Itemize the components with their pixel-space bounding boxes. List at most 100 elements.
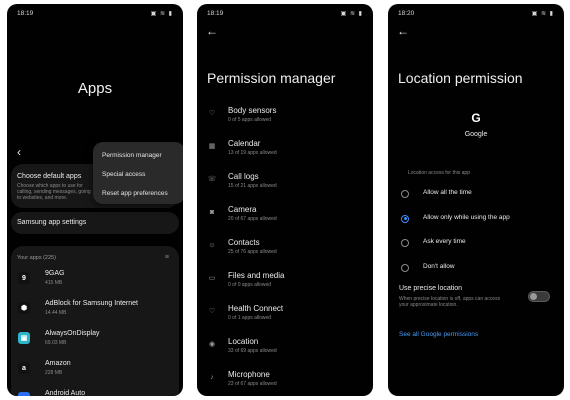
camera-icon: ◙ — [209, 209, 215, 216]
status-bar: 18:19 ▣ ≋ ▮ — [17, 10, 173, 20]
permission-item[interactable]: ▭ Files and media 0 of 0 apps allowed — [205, 271, 365, 301]
app-list-item[interactable]: ⬢ AdBlock for Samsung Internet 14.44 MB — [17, 298, 177, 326]
default-apps-desc: Choose which apps to use for calling, se… — [17, 183, 91, 201]
app-name: AlwaysOnDisplay — [45, 330, 100, 337]
radio-selected-icon[interactable] — [401, 214, 409, 223]
permission-item[interactable]: ☺ Contacts 25 of 76 apps allowed — [205, 238, 365, 268]
location-icon: ◉ — [208, 341, 216, 348]
app-size: 415 MB — [45, 280, 63, 286]
location-option[interactable]: Allow all the time — [400, 188, 560, 202]
status-time: 18:19 — [17, 10, 34, 17]
app-name: Amazon — [45, 360, 71, 367]
permission-count: 15 of 21 apps allowed — [228, 183, 277, 189]
status-time: 18:20 — [398, 10, 415, 17]
page-title: Permission manager — [207, 70, 336, 86]
contacts-icon: ☺ — [208, 242, 216, 249]
permission-count: 13 of 19 apps allowed — [228, 150, 277, 156]
permission-count: 0 of 5 apps allowed — [228, 117, 272, 123]
sort-icon[interactable]: ≡ — [165, 254, 169, 261]
app-name: AdBlock for Samsung Internet — [45, 300, 138, 307]
permission-count: 25 of 76 apps allowed — [228, 249, 277, 255]
permission-count: 23 of 67 apps allowed — [228, 381, 277, 387]
google-logo-icon: G — [471, 111, 481, 125]
app-list-item[interactable]: 9 9GAG 415 MB — [17, 268, 177, 296]
adblock-icon: ⬢ — [18, 302, 30, 314]
radio-icon[interactable] — [401, 190, 409, 198]
location-option-label: Allow all the time — [423, 189, 472, 196]
app-name: Android Auto — [45, 390, 86, 396]
menu-item-special-access[interactable]: Special access — [102, 171, 145, 178]
permission-name: Health Connect — [228, 304, 284, 313]
page-title: Location permission — [398, 70, 523, 86]
android-auto-icon: ▲ — [18, 392, 30, 396]
permission-count: 33 of 69 apps allowed — [228, 348, 277, 354]
permission-name: Microphone — [228, 370, 270, 379]
permission-manager-screen: 18:19 ▣ ≋ ▮ ← Permission manager ♡ Body s… — [197, 4, 373, 396]
back-arrow-icon[interactable]: ← — [206, 25, 218, 37]
back-arrow-icon[interactable]: ← — [397, 25, 409, 37]
permission-item[interactable]: ♡ Health Connect 0 of 1 apps allowed — [205, 304, 365, 334]
permission-name: Files and media — [228, 271, 285, 280]
app-list-item[interactable]: a Amazon 228 MB — [17, 358, 177, 386]
location-access-label: Location access for this app — [408, 170, 470, 176]
folder-icon: ▭ — [208, 275, 216, 282]
app-size: 69.03 MB — [45, 340, 67, 346]
aod-icon: ▣ — [18, 332, 30, 344]
permission-name: Location — [228, 337, 259, 346]
status-bar: 18:19 ▣ ≋ ▮ — [207, 10, 363, 20]
precise-location-toggle[interactable] — [528, 291, 550, 302]
status-icons: ▣ ≋ ▮ — [531, 11, 554, 17]
health-icon: ♡ — [208, 308, 216, 315]
location-option-label: Don't allow — [423, 262, 455, 270]
app-list-item[interactable]: ▲ Android Auto — [17, 388, 177, 396]
menu-item-reset-app-preferences[interactable]: Reset app preferences — [102, 190, 168, 197]
precise-location-desc: When precise location is off, apps can a… — [399, 296, 501, 308]
location-permission-screen: 18:20 ▣ ≋ ▮ ← Location permission G Goog… — [388, 4, 564, 396]
app-count-label: Your apps (225) — [17, 255, 56, 261]
calendar-icon: ▦ — [208, 143, 216, 150]
microphone-icon: ♪ — [210, 374, 214, 381]
permission-item[interactable]: ☏ Call logs 15 of 21 apps allowed — [205, 172, 365, 202]
location-option[interactable]: Allow only while using the app — [400, 213, 560, 227]
precise-location-title: Use precise location — [399, 285, 463, 292]
app-list-item[interactable]: ▣ AlwaysOnDisplay 69.03 MB — [17, 328, 177, 356]
location-option[interactable]: Don't allow — [400, 262, 560, 276]
permission-item[interactable]: ▦ Calendar 13 of 19 apps allowed — [205, 139, 365, 169]
9gag-icon: 9 — [18, 272, 30, 284]
overflow-menu: Permission manager Special access Reset … — [93, 142, 183, 204]
radio-icon[interactable] — [401, 263, 409, 272]
page-title: Apps — [77, 80, 113, 97]
samsung-app-settings-label: Samsung app settings — [17, 219, 87, 226]
call-log-icon: ☏ — [207, 176, 217, 183]
app-name: 9GAG — [45, 270, 65, 277]
permission-name: Contacts — [228, 238, 260, 247]
app-name: Google — [464, 131, 488, 138]
permission-item[interactable]: ◙ Camera 20 of 67 apps allowed — [205, 205, 365, 235]
app-list: Your apps (225) ≡ 9 9GAG 415 MB ⬢ AdBlock fo… — [11, 246, 179, 396]
menu-item-permission-manager[interactable]: Permission manager — [102, 152, 162, 159]
amazon-icon: a — [18, 362, 30, 374]
status-bar: 18:20 ▣ ≋ ▮ — [398, 10, 554, 20]
app-size: 14.44 MB — [45, 310, 67, 316]
permission-name: Body sensors — [228, 106, 277, 115]
status-time: 18:19 — [207, 10, 224, 17]
radio-icon[interactable] — [401, 239, 409, 247]
permission-count: 0 of 1 apps allowed — [228, 315, 272, 321]
permission-item[interactable]: ◉ Location 33 of 69 apps allowed — [205, 337, 365, 367]
permission-item[interactable]: ♪ Microphone 23 of 67 apps allowed — [205, 370, 365, 396]
location-option-label: Ask every time — [423, 238, 466, 245]
status-icons: ▣ ≋ ▮ — [150, 11, 173, 17]
location-option[interactable]: Ask every time — [400, 237, 560, 251]
precise-location-row[interactable]: Use precise location When precise locati… — [398, 285, 558, 325]
location-option-label: Allow only while using the app — [423, 213, 510, 221]
see-all-permissions-link[interactable]: See all Google permissions — [399, 331, 478, 338]
heart-icon: ♡ — [208, 110, 216, 117]
permission-name: Camera — [228, 205, 257, 214]
samsung-app-settings-card[interactable]: Samsung app settings — [11, 212, 179, 234]
apps-screen: 18:19 ▣ ≋ ▮ Apps ‹ Choose default apps C… — [7, 4, 183, 396]
back-chevron-icon[interactable]: ‹ — [17, 146, 21, 158]
permission-count: 0 of 0 apps allowed — [228, 282, 272, 288]
app-size: 228 MB — [45, 370, 63, 376]
permission-item[interactable]: ♡ Body sensors 0 of 5 apps allowed — [205, 106, 365, 136]
permission-name: Calendar — [228, 139, 261, 148]
